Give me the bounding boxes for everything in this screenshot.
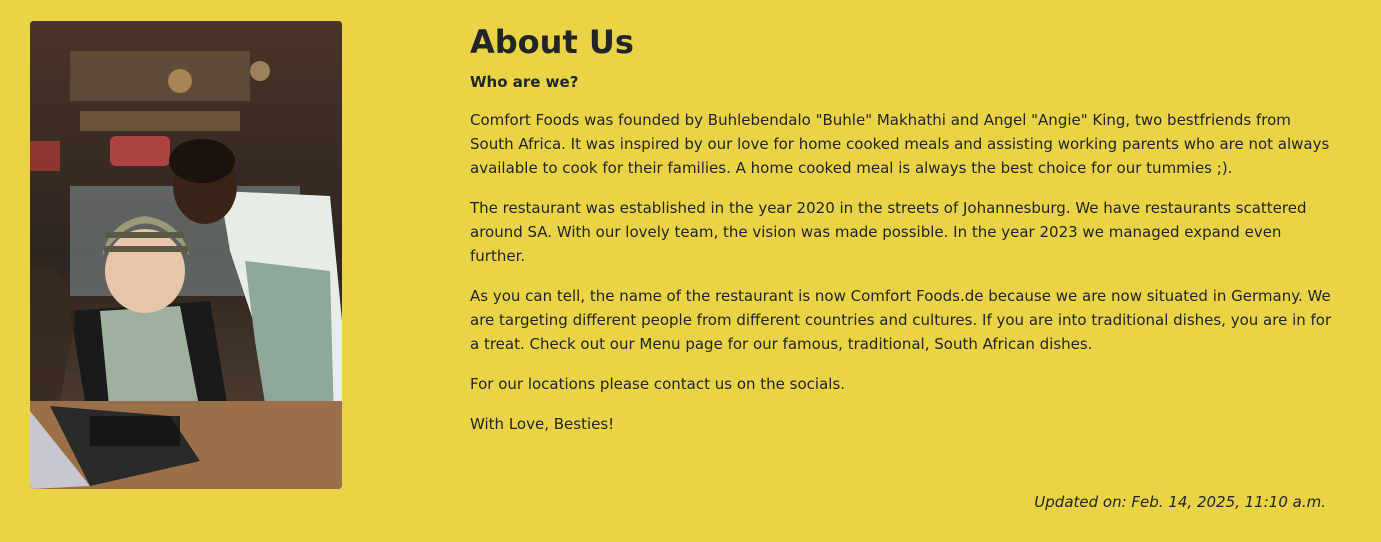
- about-paragraph-germany: As you can tell, the name of the restaur…: [470, 287, 1332, 353]
- restaurant-staff-image: [30, 21, 342, 489]
- about-section: About Us Who are we? Comfort Foods was f…: [470, 22, 1332, 452]
- about-photo: [30, 21, 342, 489]
- about-paragraph-history: The restaurant was established in the ye…: [470, 199, 1307, 265]
- about-paragraph-founders: Comfort Foods was founded by Buhlebendal…: [470, 111, 1330, 177]
- about-paragraph-locations: For our locations please contact us on t…: [470, 375, 846, 393]
- updated-timestamp: Updated on: Feb. 14, 2025, 11:10 a.m.: [1034, 493, 1326, 511]
- page-title: About Us: [470, 23, 634, 61]
- about-signoff: With Love, Besties!: [470, 415, 615, 433]
- about-subtitle: Who are we?: [470, 73, 579, 91]
